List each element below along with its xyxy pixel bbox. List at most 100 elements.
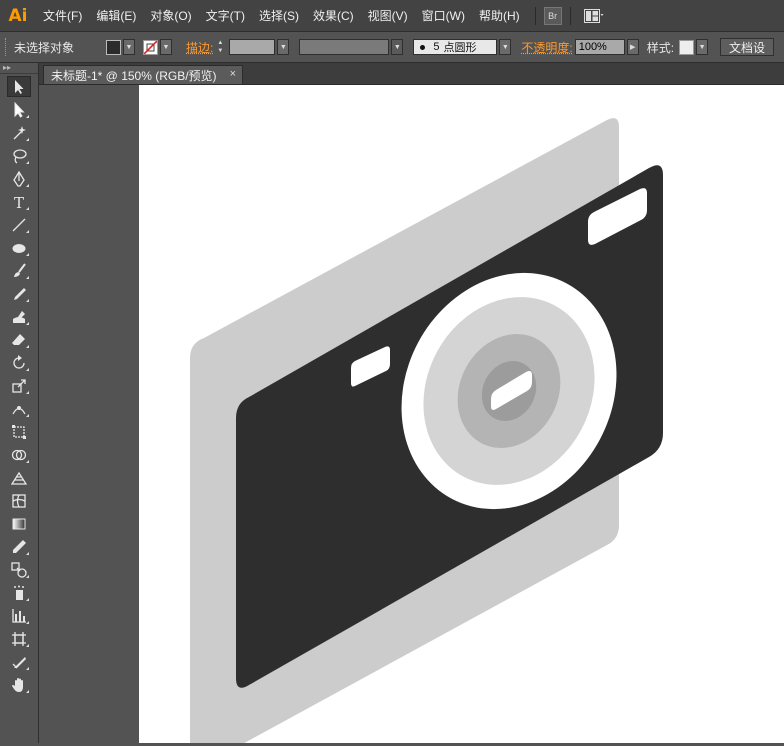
paintbrush-tool[interactable] bbox=[7, 260, 31, 281]
free-transform-icon bbox=[12, 424, 26, 439]
brush-dot-icon bbox=[420, 44, 426, 50]
eyedropper-tool[interactable] bbox=[7, 536, 31, 557]
document-setup-button[interactable]: 文档设 bbox=[720, 38, 775, 56]
control-bar-grip[interactable] bbox=[5, 38, 10, 56]
stroke-weight-stepper[interactable]: ▲ ▼ bbox=[217, 39, 227, 55]
tool-group-indicator bbox=[26, 690, 29, 693]
stroke-swatch[interactable] bbox=[143, 39, 159, 55]
eraser-tool[interactable] bbox=[7, 329, 31, 350]
scale-tool[interactable] bbox=[7, 375, 31, 396]
tool-group-indicator bbox=[26, 621, 29, 624]
blob-brush-tool[interactable] bbox=[7, 306, 31, 327]
bridge-label: Br bbox=[548, 10, 558, 21]
fill-dropdown[interactable]: ▼ bbox=[123, 39, 136, 55]
menu-edit[interactable]: 编辑(E) bbox=[89, 7, 143, 24]
menu-object[interactable]: 对象(O) bbox=[143, 7, 198, 24]
slice-icon bbox=[12, 656, 26, 668]
document-tab-bar: 未标题-1* @ 150% (RGB/预览) × bbox=[39, 63, 784, 85]
lasso-icon bbox=[13, 148, 27, 164]
tool-group-indicator bbox=[26, 230, 29, 233]
stroke-weight-dropdown[interactable]: ▼ bbox=[277, 39, 290, 55]
tool-list: T bbox=[0, 76, 38, 695]
tool-group-indicator bbox=[26, 299, 29, 302]
document-tab-title: 未标题-1* @ 150% (RGB/预览) bbox=[51, 68, 217, 83]
tools-panel: ▸▸ T bbox=[0, 63, 39, 743]
menu-bar: Ai 文件(F) 编辑(E) 对象(O) 文字(T) 选择(S) 效果(C) 视… bbox=[0, 0, 784, 32]
tool-group-indicator bbox=[26, 138, 29, 141]
gradient-tool[interactable] bbox=[7, 513, 31, 534]
shape-builder-tool[interactable] bbox=[7, 444, 31, 465]
line-segment-icon bbox=[12, 218, 26, 231]
variable-width-dropdown[interactable]: ▼ bbox=[391, 39, 404, 55]
tool-group-indicator bbox=[26, 598, 29, 601]
tool-group-indicator bbox=[26, 161, 29, 164]
opacity-dropdown[interactable]: ▶ bbox=[626, 39, 639, 55]
direct-selection-tool[interactable] bbox=[7, 99, 31, 120]
menu-help[interactable]: 帮助(H) bbox=[472, 7, 527, 24]
tool-group-indicator bbox=[26, 207, 29, 210]
tool-group-indicator bbox=[26, 322, 29, 325]
graphic-style-swatch[interactable] bbox=[679, 39, 695, 55]
selection-tool[interactable] bbox=[7, 76, 31, 97]
column-graph-icon bbox=[12, 608, 26, 623]
menu-view[interactable]: 视图(V) bbox=[361, 7, 415, 24]
tool-group-indicator bbox=[26, 644, 29, 647]
column-graph-tool[interactable] bbox=[7, 605, 31, 626]
tool-group-indicator bbox=[26, 460, 29, 463]
bridge-button[interactable]: Br bbox=[543, 6, 562, 25]
artboard-tool[interactable] bbox=[7, 628, 31, 649]
type-tool[interactable]: T bbox=[7, 191, 31, 212]
menu-window[interactable]: 窗口(W) bbox=[415, 7, 472, 24]
opacity-label[interactable]: 不透明度: bbox=[521, 39, 572, 56]
brush-definition[interactable]: 5 点圆形 bbox=[413, 39, 498, 55]
ellipse-tool[interactable] bbox=[7, 237, 31, 258]
arrange-documents-icon bbox=[583, 8, 604, 23]
tool-group-indicator bbox=[26, 276, 29, 279]
camera-artwork[interactable] bbox=[139, 85, 784, 746]
blend-icon bbox=[11, 561, 27, 578]
tool-group-indicator bbox=[26, 414, 29, 417]
mesh-tool[interactable] bbox=[7, 490, 31, 511]
tool-group-indicator bbox=[26, 552, 29, 555]
eyedropper-icon bbox=[13, 539, 26, 553]
perspective-grid-tool[interactable] bbox=[7, 467, 31, 488]
pencil-tool[interactable] bbox=[7, 283, 31, 304]
stepper-up-icon[interactable]: ▲ bbox=[217, 39, 227, 47]
arrange-documents-button[interactable] bbox=[579, 7, 609, 25]
brush-dropdown[interactable]: ▼ bbox=[499, 39, 512, 55]
menu-type[interactable]: 文字(T) bbox=[199, 7, 252, 24]
magic-wand-tool[interactable] bbox=[7, 122, 31, 143]
menu-file[interactable]: 文件(F) bbox=[36, 7, 89, 24]
symbol-sprayer-tool[interactable] bbox=[7, 582, 31, 603]
stepper-down-icon[interactable]: ▼ bbox=[217, 47, 227, 55]
stroke-weight-label[interactable]: 描边: bbox=[186, 39, 213, 56]
width-tool[interactable] bbox=[7, 398, 31, 419]
lasso-tool[interactable] bbox=[7, 145, 31, 166]
menu-select[interactable]: 选择(S) bbox=[252, 7, 306, 24]
stroke-dropdown[interactable]: ▼ bbox=[160, 39, 173, 55]
slice-tool[interactable] bbox=[7, 651, 31, 672]
tool-group-indicator bbox=[26, 345, 29, 348]
blend-tool[interactable] bbox=[7, 559, 31, 580]
opacity-input[interactable]: 100% bbox=[574, 39, 625, 55]
pen-tool[interactable] bbox=[7, 168, 31, 189]
free-transform-tool[interactable] bbox=[7, 421, 31, 442]
document-tab[interactable]: 未标题-1* @ 150% (RGB/预览) × bbox=[43, 65, 243, 84]
stroke-weight-input[interactable] bbox=[229, 39, 276, 55]
close-icon[interactable]: × bbox=[230, 68, 236, 80]
menu-effect[interactable]: 效果(C) bbox=[306, 7, 361, 24]
fill-swatch[interactable] bbox=[106, 39, 122, 55]
hand-tool[interactable] bbox=[7, 674, 31, 695]
artboard[interactable] bbox=[139, 85, 784, 746]
variable-width-profile[interactable] bbox=[299, 39, 390, 55]
tool-group-indicator bbox=[26, 253, 29, 256]
selection-status: 未选择对象 bbox=[14, 40, 75, 55]
tool-group-indicator bbox=[26, 667, 29, 670]
control-bar: 未选择对象 ▼ ▼ 描边: ▲ ▼ ▼ ▼ 5 点圆形 ▼ 不透明度: 100%… bbox=[0, 32, 784, 63]
line-segment-tool[interactable] bbox=[7, 214, 31, 235]
tools-panel-collapse-icon[interactable]: ▸▸ bbox=[0, 63, 38, 74]
tool-group-indicator bbox=[26, 115, 29, 118]
graphic-style-dropdown[interactable]: ▼ bbox=[696, 39, 709, 55]
rotate-tool[interactable] bbox=[7, 352, 31, 373]
style-label: 样式: bbox=[646, 40, 675, 55]
